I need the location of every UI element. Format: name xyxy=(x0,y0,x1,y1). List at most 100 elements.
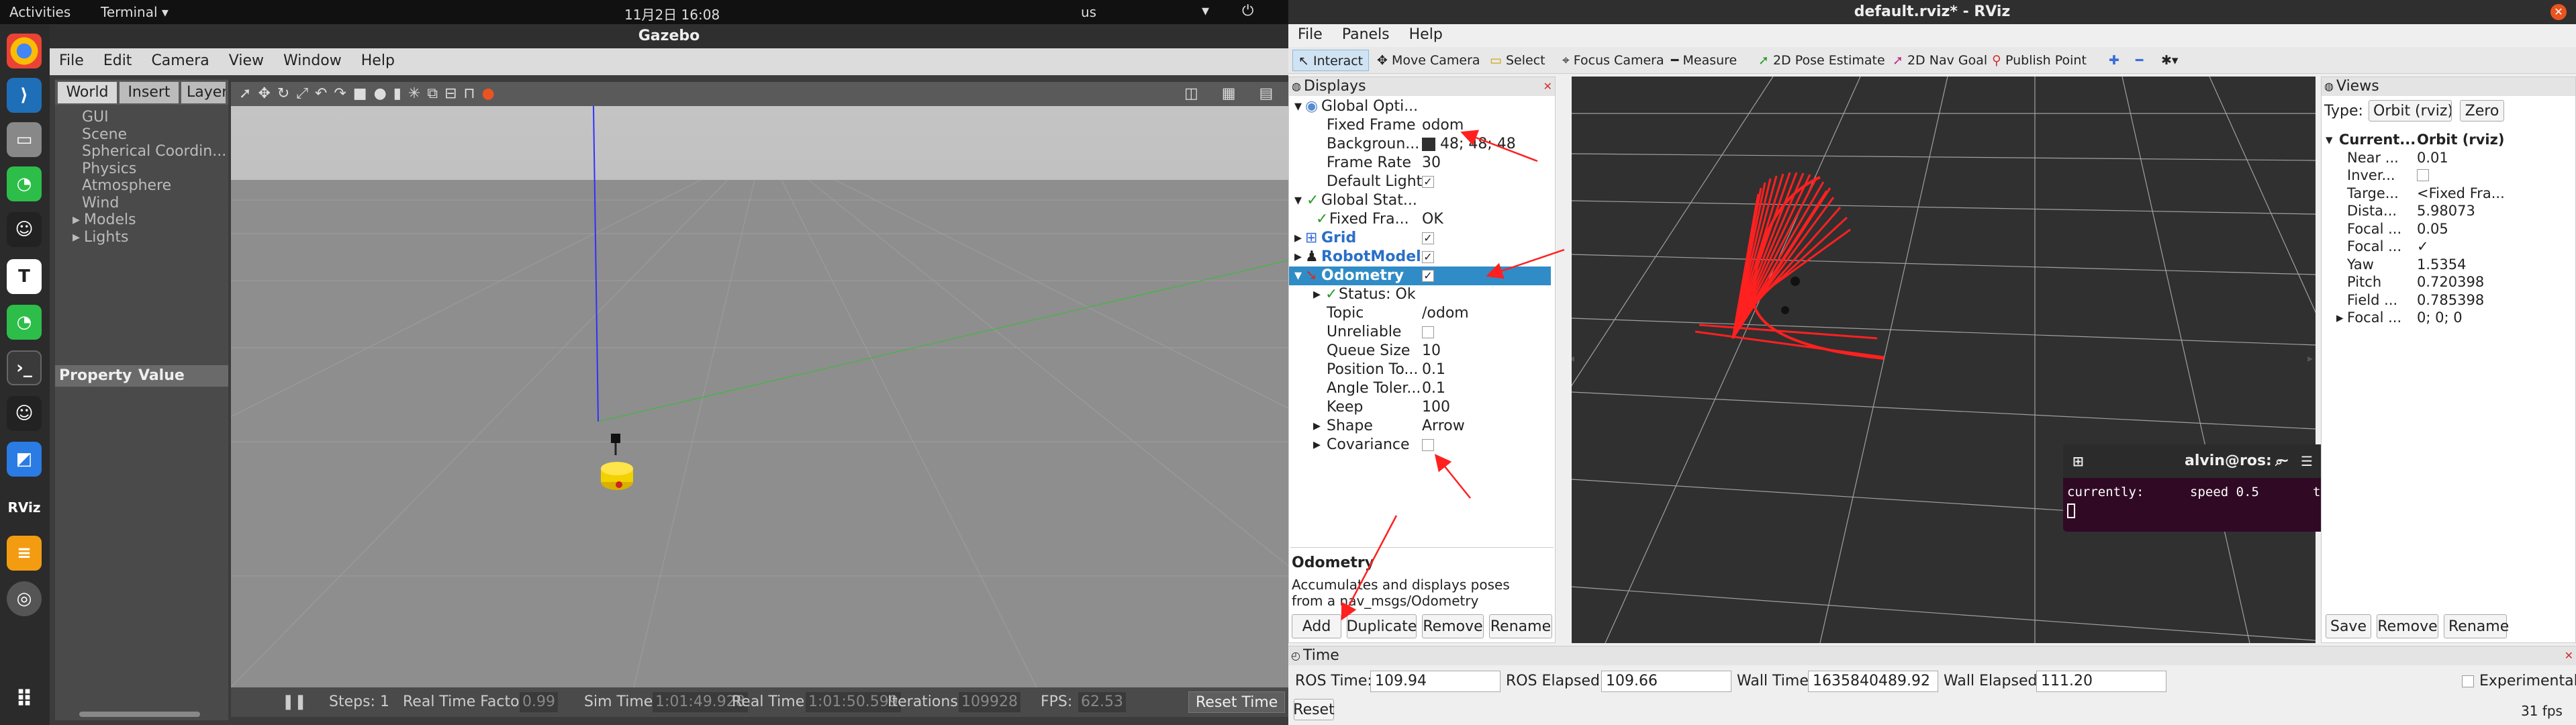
tree-item-physics[interactable]: Physics xyxy=(82,160,230,178)
rotate-tool-icon[interactable]: ↻ xyxy=(277,85,296,102)
row-background[interactable]: Backgroun... 48; 48; 48 xyxy=(1289,135,1551,154)
rviz-icon[interactable]: RViz xyxy=(7,490,42,525)
tab-world[interactable]: World xyxy=(58,82,117,103)
row-value[interactable]: 0.01 xyxy=(2417,149,2448,167)
expand-icon[interactable]: ▸ xyxy=(1313,417,1321,436)
scale-tool-icon[interactable]: ⤢ xyxy=(296,85,315,102)
sphere-icon[interactable]: ● xyxy=(374,85,393,102)
expand-icon[interactable]: ▸ xyxy=(2336,309,2344,327)
row-fixed-frame-status[interactable]: ✓ Fixed Fra... OK xyxy=(1289,210,1551,229)
row-value[interactable]: 1.5354 xyxy=(2417,256,2466,274)
undo-icon[interactable]: ↶ xyxy=(315,85,334,102)
gazebo-menu-help[interactable]: Help xyxy=(361,52,395,69)
tree-item-wind[interactable]: Wind xyxy=(82,195,230,212)
row-fixed-frame[interactable]: Fixed Frame odom xyxy=(1289,116,1551,135)
expand-icon[interactable]: ▸ xyxy=(1294,229,1302,248)
translate-tool-icon[interactable]: ✥ xyxy=(258,85,277,102)
tool-options-icon[interactable]: ✱▾ xyxy=(2161,47,2178,74)
layers-icon[interactable]: ≡ xyxy=(7,536,42,571)
view-row-focal-point[interactable]: ▸ Focal ... 0; 0; 0 xyxy=(2322,309,2506,327)
settings-icon[interactable]: ◩ xyxy=(7,442,42,477)
tree-item-atmosphere[interactable]: Atmosphere xyxy=(82,177,230,195)
terminal-icon[interactable]: ›_ xyxy=(7,350,42,385)
select-tool-icon[interactable]: ➚ xyxy=(239,85,258,102)
views-remove-button[interactable]: Remove xyxy=(2377,614,2438,638)
row-keep[interactable]: Keep 100 xyxy=(1289,398,1551,417)
gazebo-menu-window[interactable]: Window xyxy=(283,52,342,69)
ros-elapsed-field[interactable]: 109.66 xyxy=(1601,671,1731,692)
row-value[interactable]: 0.785398 xyxy=(2417,291,2484,309)
search-icon[interactable]: ⌕ xyxy=(2275,444,2283,478)
wall-time-field[interactable]: 1635840489.92 xyxy=(1808,671,1938,692)
add-button[interactable]: Add xyxy=(1292,614,1341,638)
cylinder-icon[interactable]: ▮ xyxy=(393,85,408,102)
row-position-tolerance[interactable]: Position To... 0.1 xyxy=(1289,360,1551,379)
tool-move-camera[interactable]: ✥ Move Camera xyxy=(1377,47,1480,74)
expand-icon[interactable]: ▸ xyxy=(1313,436,1321,454)
row-global-status[interactable]: ▾ ✓ Global Stat... xyxy=(1289,191,1551,210)
gazebo-menu-view[interactable]: View xyxy=(229,52,264,69)
ros-time-field[interactable]: 109.94 xyxy=(1370,671,1500,692)
row-angle-tolerance[interactable]: Angle Toler... 0.1 xyxy=(1289,379,1551,398)
splitter-arrow-icon[interactable]: ▸ xyxy=(2307,352,2313,365)
row-value[interactable]: <Fixed Fra... xyxy=(2417,185,2505,203)
tab-layers[interactable]: Layers xyxy=(181,82,226,103)
row-value[interactable]: 0.1 xyxy=(1422,360,1445,379)
rename-button[interactable]: Rename xyxy=(1489,614,1552,638)
duplicate-button[interactable]: Duplicate xyxy=(1347,614,1417,638)
view-row-pitch[interactable]: Pitch 0.720398 xyxy=(2322,273,2506,291)
row-global-options[interactable]: ▾ ◉ Global Opti... xyxy=(1289,97,1551,116)
apps-grid-icon[interactable]: ⠿ xyxy=(7,682,42,717)
row-value[interactable]: ✓ xyxy=(2417,238,2429,256)
files-icon[interactable]: ▭ xyxy=(7,122,42,157)
row-queue-size[interactable]: Queue Size 10 xyxy=(1289,342,1551,360)
reset-time-button[interactable]: Reset Time xyxy=(1188,691,1286,713)
copy-icon[interactable]: ⧉ xyxy=(427,85,444,102)
row-grid[interactable]: ▸ ⊞ Grid ✓ xyxy=(1289,229,1551,248)
panel-scrollbar[interactable] xyxy=(79,712,200,717)
row-value[interactable]: 0.05 xyxy=(2417,220,2448,238)
expand-icon[interactable]: ▸ xyxy=(1313,285,1321,304)
row-default-light[interactable]: Default Light ✓ xyxy=(1289,173,1551,191)
view-row-focal-size[interactable]: Focal ... 0.05 xyxy=(2322,220,2506,238)
row-value[interactable]: 0; 0; 0 xyxy=(2417,309,2463,327)
tab-insert[interactable]: Insert xyxy=(120,82,179,103)
tree-item-lights[interactable]: ▸ Lights xyxy=(73,229,230,246)
rviz-menu-panels[interactable]: Panels xyxy=(1342,26,1390,43)
tool-focus-camera[interactable]: ⌖ Focus Camera xyxy=(1562,47,1664,74)
experimental-checkbox[interactable] xyxy=(2462,675,2474,687)
tool-publish-point[interactable]: ⚲ Publish Point xyxy=(1992,47,2087,74)
rviz-menu-file[interactable]: File xyxy=(1298,26,1323,43)
checkbox[interactable]: ✓ xyxy=(1422,232,1434,244)
tool-2d-nav-goal[interactable]: ➚ 2D Nav Goal xyxy=(1893,47,1987,74)
collapse-icon[interactable]: ▾ xyxy=(1294,191,1302,210)
light-icon[interactable]: ✳ xyxy=(408,85,427,102)
topic-value[interactable]: /odom xyxy=(1422,304,1469,323)
row-frame-rate[interactable]: Frame Rate 30 xyxy=(1289,154,1551,173)
reset-button[interactable]: Reset xyxy=(1293,699,1335,720)
collapse-icon[interactable]: ▾ xyxy=(1294,97,1302,116)
tree-item-scene[interactable]: Scene xyxy=(82,126,230,144)
view-row-current[interactable]: ▾ Current... Orbit (rviz) xyxy=(2322,131,2506,149)
fixed-frame-value[interactable]: odom xyxy=(1422,116,1464,135)
tool-select[interactable]: ▭ Select xyxy=(1490,47,1545,74)
tree-item-models[interactable]: ▸ Models xyxy=(73,211,230,229)
collapse-icon[interactable]: ▾ xyxy=(1294,267,1302,285)
tree-item-gui[interactable]: GUI xyxy=(82,109,230,126)
network-icon[interactable]: ▾ xyxy=(1202,3,1209,19)
tool-measure[interactable]: ━ Measure xyxy=(1671,47,1737,74)
zero-button[interactable]: Zero xyxy=(2460,100,2504,122)
expand-arrow-icon[interactable]: ▸ xyxy=(73,211,80,228)
view-type-select[interactable]: Orbit (rviz) xyxy=(2369,100,2452,122)
panel-close-icon[interactable]: ✕ xyxy=(2565,646,2573,665)
tree-item-spherical[interactable]: Spherical Coordin... xyxy=(82,143,230,160)
remove-tool-icon[interactable]: ━ xyxy=(2136,47,2143,74)
view-row-target[interactable]: Targe... <Fixed Fra... xyxy=(2322,185,2506,203)
close-icon[interactable]: ✕ xyxy=(2550,4,2567,20)
expand-arrow-icon[interactable]: ▸ xyxy=(73,229,80,246)
gazebo-3d-viewport[interactable] xyxy=(231,106,1288,687)
checkbox[interactable] xyxy=(1422,326,1434,338)
clock[interactable]: 11月2日 16:08 xyxy=(624,4,720,23)
activities-button[interactable]: Activities xyxy=(9,4,70,20)
tool-2d-pose-estimate[interactable]: ➚ 2D Pose Estimate xyxy=(1758,47,1885,74)
